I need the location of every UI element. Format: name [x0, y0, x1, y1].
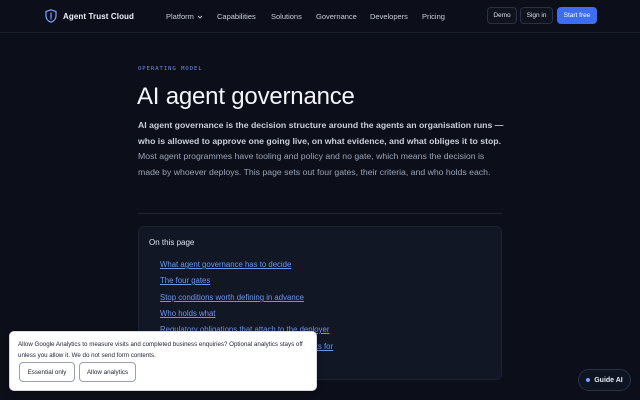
brand-logo[interactable]: Agent Trust Cloud	[45, 9, 134, 23]
essential-only-button[interactable]: Essential only	[19, 362, 75, 382]
allow-analytics-button[interactable]: Allow analytics	[79, 362, 136, 382]
sign-in-button[interactable]: Sign in	[520, 7, 553, 24]
cookie-message: Allow Google Analytics to measure visits…	[18, 341, 303, 359]
section-divider	[138, 213, 502, 214]
nav-pricing[interactable]: Pricing	[422, 12, 445, 21]
nav-solutions[interactable]: Solutions	[271, 12, 302, 21]
toc-link[interactable]: Who holds what	[160, 309, 215, 318]
nav-platform[interactable]: Platform	[166, 12, 203, 21]
demo-button[interactable]: Demo	[487, 7, 517, 24]
toc-link[interactable]: Stop conditions worth defining in advanc…	[160, 293, 304, 302]
nav-developers[interactable]: Developers	[370, 12, 408, 21]
brand-name: Agent Trust Cloud	[63, 11, 135, 21]
guide-ai-button[interactable]: Guide AI	[578, 369, 631, 391]
intro-lead: AI agent governance is the decision stru…	[138, 120, 504, 146]
page-title: AI agent governance	[137, 83, 355, 110]
cookie-consent-banner: Allow Google Analytics to measure visits…	[9, 331, 317, 391]
chevron-down-icon	[197, 15, 203, 19]
nav-governance[interactable]: Governance	[316, 12, 357, 21]
eyebrow-label: OPERATING MODEL	[138, 66, 203, 72]
toc-link[interactable]: The four gates	[160, 276, 210, 285]
guide-ai-label: Guide AI	[594, 376, 623, 384]
nav-capabilities[interactable]: Capabilities	[217, 12, 256, 21]
nav-platform-label: Platform	[166, 12, 194, 21]
sparkle-icon	[586, 378, 591, 382]
top-navigation: Agent Trust Cloud Platform Capabilities …	[0, 0, 640, 33]
shield-icon	[45, 9, 57, 23]
intro-rest: Most agent programmes have tooling and p…	[138, 151, 491, 177]
toc-title: On this page	[149, 238, 195, 247]
start-free-button[interactable]: Start free	[557, 7, 597, 24]
intro-paragraph: AI agent governance is the decision stru…	[138, 118, 505, 180]
toc-link[interactable]: What agent governance has to decide	[160, 260, 291, 269]
